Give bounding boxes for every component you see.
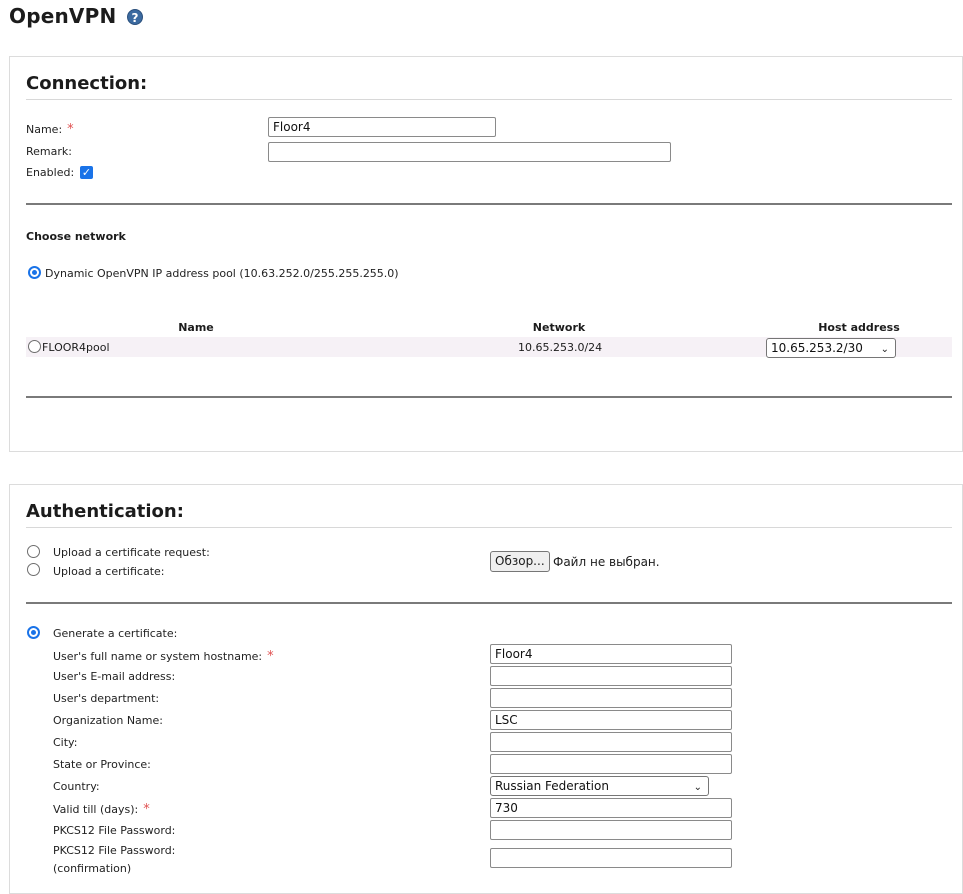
full-name-label: User's full name or system hostname: * — [53, 649, 274, 664]
required-mark: * — [143, 802, 150, 817]
city-input[interactable] — [490, 732, 732, 752]
department-input[interactable] — [490, 688, 732, 708]
authentication-title-rule — [26, 527, 952, 528]
host-address-select[interactable]: 10.65.253.2/30 ⌄ — [766, 338, 896, 358]
organization-input[interactable]: LSC — [490, 710, 732, 730]
upload-request-radio[interactable] — [27, 545, 40, 558]
city-label: City: — [53, 736, 78, 749]
authentication-title: Authentication: — [26, 501, 184, 522]
connection-panel — [9, 56, 963, 452]
email-input[interactable] — [490, 666, 732, 686]
state-input[interactable] — [490, 754, 732, 774]
column-header-network: Network — [532, 321, 586, 334]
name-input[interactable]: Floor4 — [268, 117, 496, 137]
remark-label: Remark: — [26, 145, 72, 158]
pkcs-password-label: PKCS12 File Password: — [53, 824, 176, 837]
pkcs-confirm-input[interactable] — [490, 848, 732, 868]
column-header-host-address: Host address — [818, 321, 900, 334]
column-header-name: Name — [178, 321, 214, 334]
pool-name-cell: FLOOR4pool — [42, 341, 110, 354]
generate-cert-label: Generate a certificate: — [53, 627, 178, 640]
no-file-text: Файл не выбран. — [553, 555, 660, 569]
valid-till-label: Valid till (days): * — [53, 802, 150, 817]
upload-cert-label: Upload a certificate: — [53, 565, 165, 578]
connection-title: Connection: — [26, 73, 148, 94]
connection-divider-1 — [26, 203, 952, 205]
browse-button[interactable]: Обзор... — [490, 551, 550, 572]
authentication-divider — [26, 602, 952, 604]
organization-label: Organization Name: — [53, 714, 163, 727]
dynamic-pool-label: Dynamic OpenVPN IP address pool (10.63.2… — [45, 267, 399, 280]
enabled-label: Enabled: — [26, 166, 75, 179]
floor4pool-radio[interactable] — [28, 340, 41, 353]
department-label: User's department: — [53, 692, 160, 705]
state-label: State or Province: — [53, 758, 151, 771]
upload-request-label: Upload a certificate request: — [53, 546, 210, 559]
required-mark: * — [67, 122, 74, 137]
pkcs-password-input[interactable] — [490, 820, 732, 840]
choose-network-title: Choose network — [26, 230, 126, 243]
full-name-input[interactable]: Floor4 — [490, 644, 732, 664]
full-name-label-text: User's full name or system hostname: — [53, 650, 263, 663]
valid-till-label-text: Valid till (days): — [53, 803, 139, 816]
host-address-value: 10.65.253.2/30 — [771, 341, 863, 355]
country-label: Country: — [53, 780, 100, 793]
connection-divider-2 — [26, 396, 952, 398]
name-label: Name: * — [26, 122, 74, 137]
chevron-down-icon: ⌄ — [693, 782, 702, 793]
country-select[interactable]: Russian Federation ⌄ — [490, 776, 709, 796]
pool-network-cell: 10.65.253.0/24 — [518, 341, 603, 354]
help-icon[interactable]: ? — [127, 9, 143, 25]
country-value: Russian Federation — [495, 779, 609, 793]
connection-title-rule — [26, 99, 952, 100]
required-mark: * — [267, 649, 274, 664]
valid-till-input[interactable]: 730 — [490, 798, 732, 818]
remark-input[interactable] — [268, 142, 671, 162]
pkcs-confirm-label-line1: PKCS12 File Password: — [53, 844, 176, 857]
email-label: User's E-mail address: — [53, 670, 176, 683]
upload-cert-radio[interactable] — [27, 563, 40, 576]
chevron-down-icon: ⌄ — [880, 344, 889, 355]
page-title: OpenVPN — [9, 4, 117, 28]
pkcs-confirm-label-line2: (confirmation) — [53, 862, 132, 875]
name-label-text: Name: — [26, 123, 63, 136]
dynamic-pool-radio[interactable] — [28, 266, 41, 279]
enabled-checkbox[interactable]: ✓ — [80, 166, 93, 179]
generate-cert-radio[interactable] — [27, 626, 40, 639]
